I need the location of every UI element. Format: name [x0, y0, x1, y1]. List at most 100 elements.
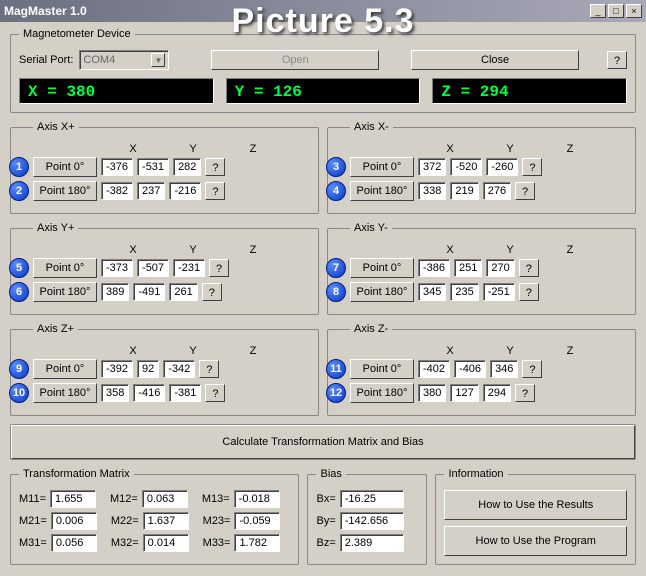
help-button[interactable]: ? [519, 259, 539, 277]
point-0-button[interactable]: Point 0° [350, 157, 414, 177]
matrix-legend: Transformation Matrix [19, 468, 134, 480]
value-y[interactable]: 219 [450, 182, 478, 200]
matrix-value[interactable]: 0.063 [142, 490, 188, 508]
point-0-button[interactable]: Point 0° [33, 258, 97, 278]
value-z[interactable]: -260 [486, 158, 518, 176]
value-z[interactable]: 294 [483, 384, 511, 402]
value-x[interactable]: -382 [101, 182, 133, 200]
axis-group: Axis X+ X Y Z 1 Point 0° -376 -531 282 ?… [10, 121, 319, 214]
value-z[interactable]: -251 [483, 283, 515, 301]
matrix-value[interactable]: -0.059 [234, 512, 280, 530]
value-y[interactable]: -406 [454, 360, 486, 378]
point-180-button[interactable]: Point 180° [350, 181, 414, 201]
help-button[interactable]: ? [205, 158, 225, 176]
value-y[interactable]: -507 [137, 259, 169, 277]
axis-legend: Axis Y- [350, 222, 392, 234]
value-z[interactable]: -342 [163, 360, 195, 378]
matrix-value[interactable]: 1.782 [234, 534, 280, 552]
calculate-button[interactable]: Calculate Transformation Matrix and Bias [11, 425, 635, 459]
value-y[interactable]: 237 [137, 182, 165, 200]
value-z[interactable]: 346 [490, 360, 518, 378]
value-z[interactable]: 276 [483, 182, 511, 200]
matrix-value[interactable]: 0.006 [51, 512, 97, 530]
help-button[interactable]: ? [515, 182, 535, 200]
value-z[interactable]: -231 [173, 259, 205, 277]
value-x[interactable]: -402 [418, 360, 450, 378]
value-x[interactable]: 380 [418, 384, 446, 402]
step-badge: 10 [9, 383, 29, 403]
minimize-button[interactable]: _ [590, 4, 606, 18]
point-180-button[interactable]: Point 180° [33, 383, 97, 403]
how-to-use-results-button[interactable]: How to Use the Results [444, 490, 627, 520]
axis-group: Axis Y+ X Y Z 5 Point 0° -373 -507 -231 … [10, 222, 319, 315]
value-y[interactable]: 127 [450, 384, 478, 402]
value-x[interactable]: 389 [101, 283, 129, 301]
point-180-button[interactable]: Point 180° [350, 282, 414, 302]
value-x[interactable]: -392 [101, 360, 133, 378]
help-button[interactable]: ? [519, 283, 539, 301]
value-y[interactable]: -520 [450, 158, 482, 176]
help-button[interactable]: ? [205, 384, 225, 402]
value-z[interactable]: -381 [169, 384, 201, 402]
point-180-button[interactable]: Point 180° [33, 282, 97, 302]
matrix-value[interactable]: 1.655 [50, 490, 96, 508]
col-y: Y [165, 244, 221, 256]
help-button[interactable]: ? [515, 384, 535, 402]
value-z[interactable]: 270 [486, 259, 514, 277]
help-button[interactable]: ? [199, 360, 219, 378]
value-x[interactable]: 338 [418, 182, 446, 200]
value-x[interactable]: 372 [418, 158, 446, 176]
matrix-value[interactable]: -0.018 [234, 490, 280, 508]
point-0-button[interactable]: Point 0° [350, 258, 414, 278]
bias-legend: Bias [316, 468, 345, 480]
matrix-value[interactable]: 0.056 [51, 534, 97, 552]
value-x[interactable]: -373 [101, 259, 133, 277]
matrix-label: M31= [19, 537, 47, 549]
value-x[interactable]: 345 [418, 283, 446, 301]
value-y[interactable]: 251 [454, 259, 482, 277]
device-help-button[interactable]: ? [607, 51, 627, 69]
bias-value[interactable]: -16.25 [340, 490, 404, 508]
point-180-button[interactable]: Point 180° [33, 181, 97, 201]
col-y: Y [482, 143, 538, 155]
value-x[interactable]: -376 [101, 158, 133, 176]
serial-port-select[interactable]: COM4 ▼ [79, 50, 169, 70]
step-badge: 7 [326, 258, 346, 278]
point-180-button[interactable]: Point 180° [350, 383, 414, 403]
point-0-button[interactable]: Point 0° [350, 359, 414, 379]
value-y[interactable]: -531 [137, 158, 169, 176]
point-0-button[interactable]: Point 0° [33, 157, 97, 177]
axis-legend: Axis Y+ [33, 222, 78, 234]
bias-value[interactable]: -142.656 [340, 512, 404, 530]
info-legend: Information [444, 468, 507, 480]
step-badge: 6 [9, 282, 29, 302]
value-y[interactable]: -491 [133, 283, 165, 301]
serial-port-label: Serial Port: [19, 54, 73, 66]
maximize-button[interactable]: □ [608, 4, 624, 18]
value-x[interactable]: -386 [418, 259, 450, 277]
help-button[interactable]: ? [522, 158, 542, 176]
bias-group: Bias Bx= -16.25By= -142.656Bz= 2.389 [307, 468, 427, 565]
help-button[interactable]: ? [209, 259, 229, 277]
point-0-button[interactable]: Point 0° [33, 359, 97, 379]
col-z: Z [225, 244, 281, 256]
help-button[interactable]: ? [205, 182, 225, 200]
value-z[interactable]: 282 [173, 158, 201, 176]
value-z[interactable]: -216 [169, 182, 201, 200]
value-z[interactable]: 261 [169, 283, 197, 301]
bias-value[interactable]: 2.389 [340, 534, 404, 552]
chevron-down-icon: ▼ [151, 53, 165, 67]
value-y[interactable]: 235 [450, 283, 478, 301]
value-x[interactable]: 358 [101, 384, 129, 402]
matrix-value[interactable]: 0.014 [143, 534, 189, 552]
close-button[interactable]: Close [411, 50, 579, 70]
value-y[interactable]: 92 [137, 360, 159, 378]
open-button[interactable]: Open [211, 50, 379, 70]
help-button[interactable]: ? [522, 360, 542, 378]
value-y[interactable]: -416 [133, 384, 165, 402]
close-window-button[interactable]: × [626, 4, 642, 18]
matrix-value[interactable]: 1.637 [143, 512, 189, 530]
col-x: X [105, 143, 161, 155]
help-button[interactable]: ? [202, 283, 222, 301]
how-to-use-program-button[interactable]: How to Use the Program [444, 526, 627, 556]
